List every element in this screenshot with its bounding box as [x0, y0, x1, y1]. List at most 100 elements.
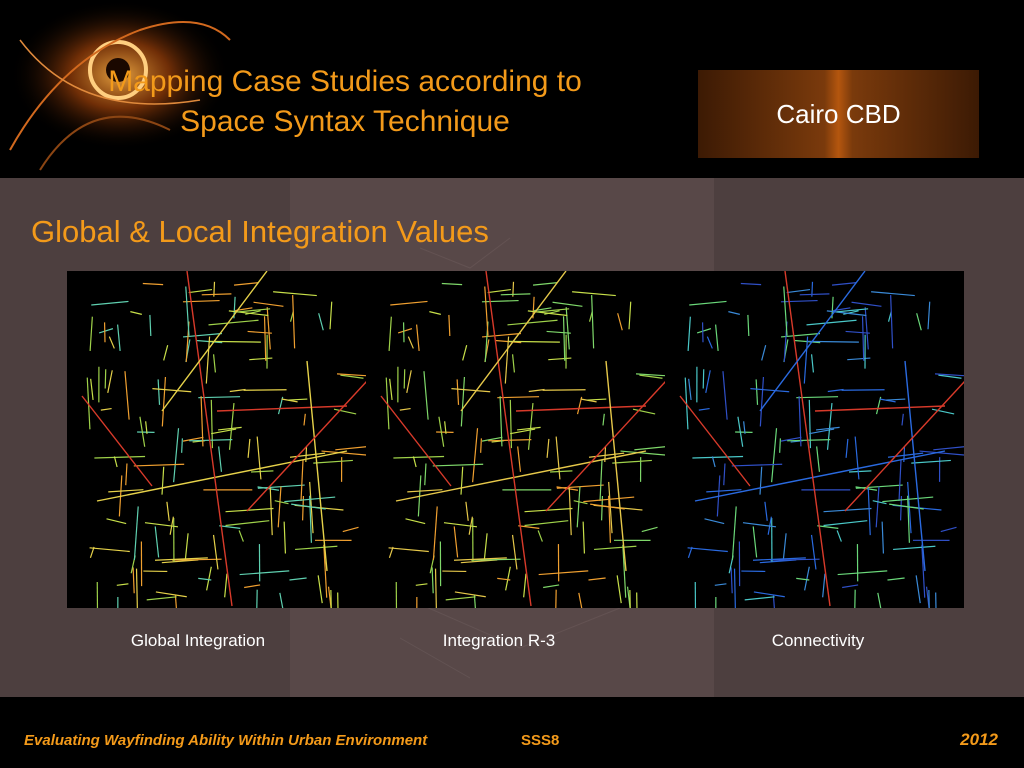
- street-segment: [562, 316, 566, 361]
- street-segment: [836, 530, 842, 542]
- street-segment: [508, 340, 560, 343]
- street-segment: [98, 328, 114, 334]
- street-segment: [283, 521, 287, 554]
- street-segment: [881, 521, 885, 554]
- street-segment: [330, 589, 332, 608]
- street-segment: [504, 336, 510, 384]
- street-segment: [188, 288, 213, 294]
- axial-line: [81, 395, 153, 487]
- street-segment: [91, 300, 129, 306]
- integration-r3-map: [380, 271, 665, 608]
- street-segment: [759, 376, 765, 427]
- street-segment: [480, 438, 482, 453]
- street-segment: [689, 300, 727, 306]
- street-segment: [124, 371, 130, 420]
- street-segment: [407, 489, 443, 493]
- street-segment: [403, 369, 406, 389]
- street-segment: [753, 591, 785, 598]
- street-segment: [317, 575, 323, 604]
- street-segment: [893, 545, 936, 551]
- street-segment: [429, 311, 441, 315]
- caption-global-integration: Global Integration: [130, 631, 266, 650]
- content-panel: Global & Local Integration Values Global…: [0, 178, 1024, 697]
- street-segment: [269, 487, 273, 536]
- street-segment: [803, 336, 809, 384]
- street-segment: [393, 455, 445, 459]
- street-segment: [698, 407, 710, 411]
- street-segment: [388, 547, 429, 553]
- street-segment: [300, 459, 304, 502]
- street-segment: [104, 369, 107, 389]
- street-segment: [135, 568, 138, 608]
- street-segment: [249, 357, 273, 361]
- street-segment: [107, 370, 113, 393]
- street-segment: [755, 379, 759, 405]
- street-segment: [253, 301, 284, 307]
- street-segment: [208, 319, 259, 326]
- axial-line: [96, 450, 348, 502]
- street-segment: [705, 370, 711, 393]
- street-segment: [132, 567, 135, 594]
- street-segment: [628, 301, 632, 330]
- footer-code: SSS8: [521, 732, 560, 749]
- street-segment: [443, 522, 478, 528]
- street-segment: [155, 591, 187, 598]
- street-segment: [886, 398, 906, 401]
- street-segment: [342, 526, 359, 533]
- street-segment: [742, 522, 777, 528]
- street-segment: [816, 426, 840, 431]
- street-segment: [849, 470, 872, 473]
- street-segment: [206, 566, 212, 591]
- street-segment: [861, 316, 865, 361]
- street-segment: [706, 489, 742, 493]
- street-segment: [125, 463, 128, 486]
- street-segment: [511, 354, 515, 373]
- street-segment: [714, 583, 727, 586]
- street-segment: [432, 506, 438, 560]
- street-segment: [528, 388, 545, 393]
- street-segment: [799, 293, 830, 296]
- street-segment: [733, 568, 736, 608]
- street-segment: [548, 357, 572, 361]
- street-segment: [106, 518, 127, 525]
- street-segment: [898, 459, 902, 502]
- street-segment: [568, 487, 572, 536]
- map-strip: [67, 271, 964, 608]
- street-segment: [244, 584, 261, 589]
- street-segment: [483, 533, 488, 561]
- street-segment: [761, 345, 767, 361]
- street-segment: [462, 345, 468, 361]
- street-segment: [212, 534, 219, 570]
- street-segment: [752, 526, 758, 558]
- street-segment: [292, 295, 296, 349]
- street-segment: [782, 533, 787, 561]
- street-segment: [935, 592, 937, 608]
- street-segment: [487, 288, 512, 294]
- axial-line: [605, 360, 627, 572]
- street-segment: [933, 446, 964, 451]
- street-segment: [704, 518, 725, 525]
- street-segment: [499, 396, 503, 447]
- street-segment: [389, 378, 393, 400]
- street-segment: [798, 396, 802, 447]
- street-network: [380, 271, 665, 608]
- street-segment: [251, 470, 274, 473]
- axial-line: [694, 450, 946, 502]
- street-segment: [696, 328, 712, 334]
- street-segment: [616, 575, 622, 604]
- street-segment: [415, 583, 428, 586]
- street-segment: [423, 371, 429, 420]
- street-segment: [594, 545, 637, 551]
- street-segment: [851, 301, 882, 307]
- street-segment: [875, 486, 880, 528]
- axial-line: [306, 360, 328, 572]
- street-segment: [764, 501, 768, 521]
- street-segment: [617, 313, 623, 331]
- street-segment: [576, 486, 581, 528]
- street-segment: [807, 340, 859, 343]
- street-segment: [100, 407, 112, 411]
- street-segment: [472, 428, 479, 483]
- street-segment: [871, 291, 915, 297]
- street-segment: [845, 330, 870, 334]
- street-segment: [166, 501, 170, 521]
